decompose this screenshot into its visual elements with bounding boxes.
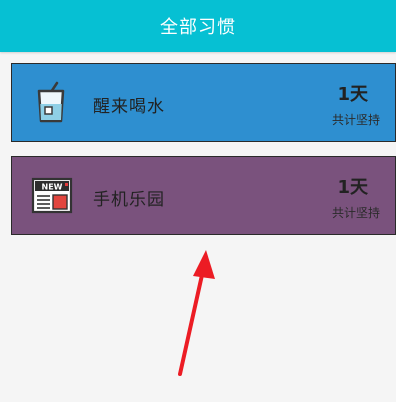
app-header: 全部习惯 [0, 0, 396, 52]
habit-days-count: 1天 [337, 177, 368, 198]
newspaper-icon: NEW [31, 177, 73, 214]
habit-days-count: 1天 [337, 84, 368, 105]
habit-card-phone-park[interactable]: NEW 手机乐园 1天 共计坚持 [11, 156, 396, 235]
habit-total-label: 共计坚持 [331, 206, 380, 220]
glass-of-water-icon [37, 81, 65, 123]
habit-card-drink-water[interactable]: 醒来喝水 1天 共计坚持 [11, 63, 396, 142]
habit-name: 手机乐园 [93, 190, 165, 210]
habit-total-label: 共计坚持 [331, 113, 380, 127]
habit-name: 醒来喝水 [93, 97, 165, 117]
page-title: 全部习惯 [160, 17, 236, 38]
svg-text:NEW: NEW [42, 183, 63, 192]
